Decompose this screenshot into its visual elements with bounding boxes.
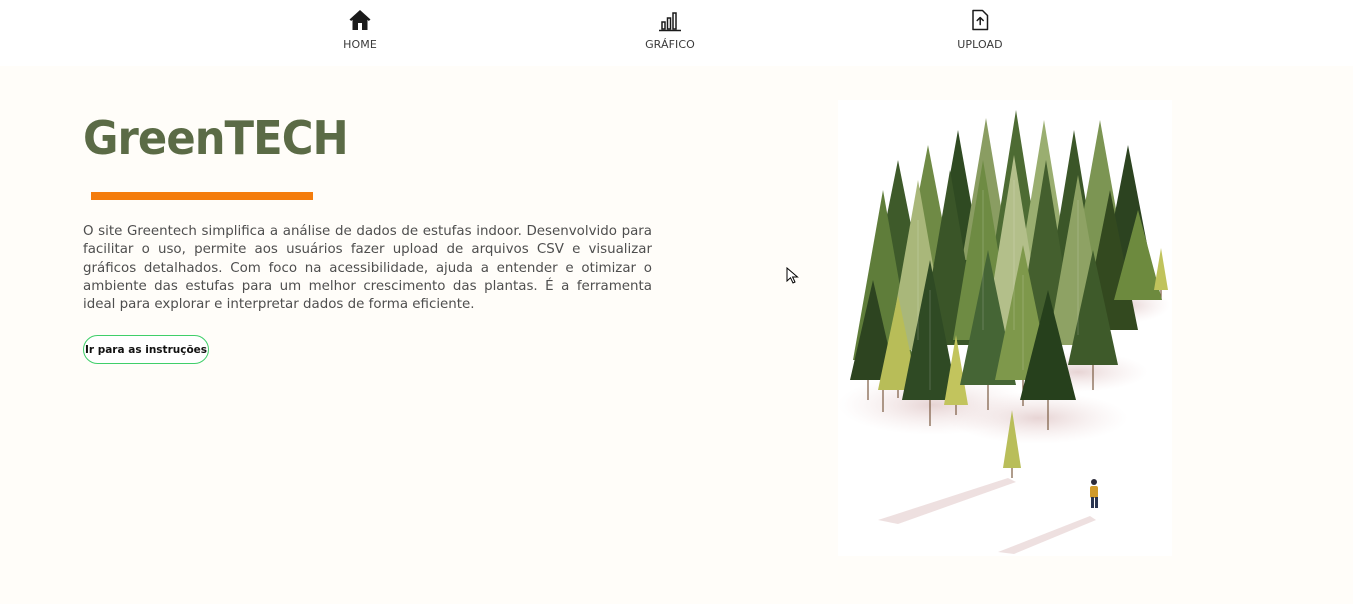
nav-label-home: HOME (343, 38, 377, 51)
nav-item-home[interactable]: HOME (300, 8, 420, 51)
top-navbar: HOME GRÁFICO UPLOAD (0, 0, 1353, 66)
nav-item-upload[interactable]: UPLOAD (920, 8, 1040, 51)
bar-chart-icon (658, 8, 682, 32)
nav-label-upload: UPLOAD (957, 38, 1003, 51)
house-icon (348, 8, 372, 32)
hero-description: O site Greentech simplifica a análise de… (83, 224, 652, 313)
title-underline-bar (91, 192, 313, 200)
forest-illustration (838, 100, 1172, 556)
instructions-button[interactable]: Ir para as instruções (83, 335, 209, 364)
nav-item-grafico[interactable]: GRÁFICO (610, 8, 730, 51)
brand-title: GreenTECH (83, 111, 349, 165)
file-upload-icon (968, 8, 992, 32)
nav-label-grafico: GRÁFICO (645, 38, 695, 51)
mouse-cursor-icon (786, 266, 800, 285)
